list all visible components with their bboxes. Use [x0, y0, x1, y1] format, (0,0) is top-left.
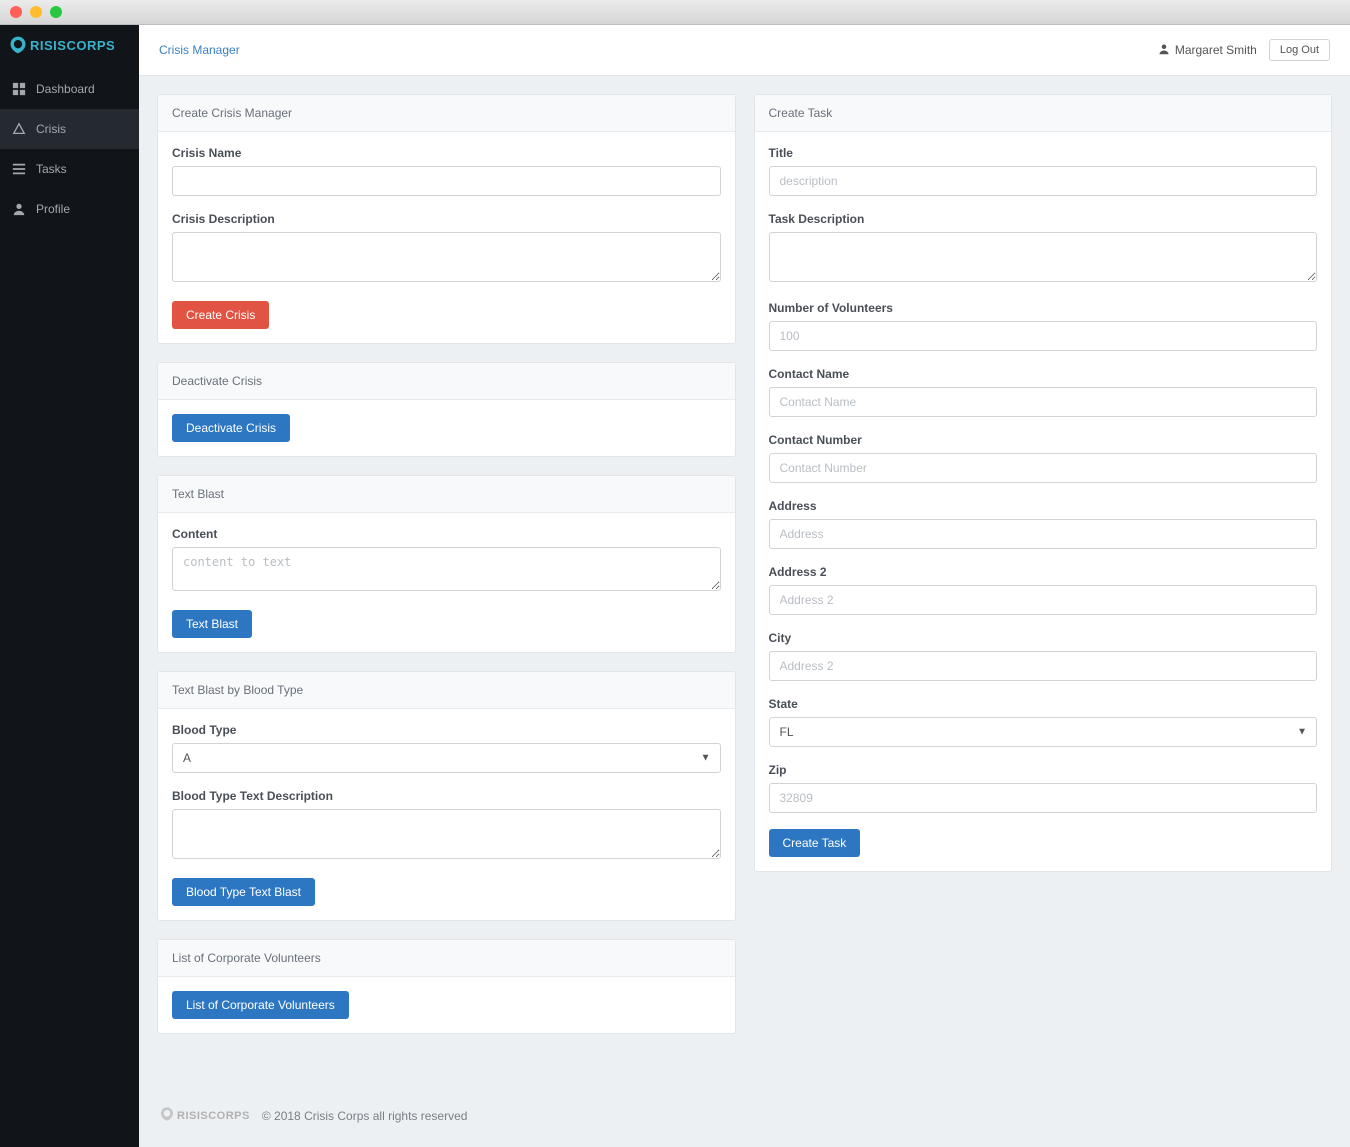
- contact-number-input[interactable]: [769, 453, 1318, 483]
- address-input[interactable]: [769, 519, 1318, 549]
- window-close-icon[interactable]: [10, 6, 22, 18]
- task-desc-textarea[interactable]: [769, 232, 1318, 282]
- sidebar: RISISCORPS Dashboard Crisis Tasks: [0, 25, 139, 1147]
- window-titlebar: [0, 0, 1350, 25]
- crisis-name-label: Crisis Name: [172, 146, 721, 160]
- footer-logo: RISISCORPS: [159, 1106, 250, 1125]
- sidebar-item-profile[interactable]: Profile: [0, 189, 139, 229]
- create-task-button[interactable]: Create Task: [769, 829, 861, 857]
- crisis-desc-textarea[interactable]: [172, 232, 721, 282]
- contact-name-input[interactable]: [769, 387, 1318, 417]
- copyright-text: © 2018 Crisis Corps all rights reserved: [262, 1109, 468, 1123]
- blood-desc-textarea[interactable]: [172, 809, 721, 859]
- blood-type-label: Blood Type: [172, 723, 721, 737]
- deactivate-crisis-button[interactable]: Deactivate Crisis: [172, 414, 290, 442]
- panel-title: List of Corporate Volunteers: [158, 940, 735, 977]
- panel-blood-text-blast: Text Blast by Blood Type Blood Type A ▼: [157, 671, 736, 921]
- panel-title: Text Blast by Blood Type: [158, 672, 735, 709]
- state-select[interactable]: FL: [769, 717, 1318, 747]
- logout-button[interactable]: Log Out: [1269, 39, 1330, 61]
- footer: RISISCORPS © 2018 Crisis Corps all right…: [139, 1084, 1350, 1147]
- panel-create-crisis: Create Crisis Manager Crisis Name Crisis…: [157, 94, 736, 344]
- blood-desc-label: Blood Type Text Description: [172, 789, 721, 803]
- sidebar-item-label: Tasks: [36, 162, 67, 176]
- warning-icon: [12, 122, 26, 136]
- task-title-input[interactable]: [769, 166, 1318, 196]
- list-icon: [12, 162, 26, 176]
- zip-input[interactable]: [769, 783, 1318, 813]
- address2-input[interactable]: [769, 585, 1318, 615]
- city-label: City: [769, 631, 1318, 645]
- panel-deactivate-crisis: Deactivate Crisis Deactivate Crisis: [157, 362, 736, 457]
- crisis-name-input[interactable]: [172, 166, 721, 196]
- sidebar-item-crisis[interactable]: Crisis: [0, 109, 139, 149]
- contact-number-label: Contact Number: [769, 433, 1318, 447]
- panel-title: Create Crisis Manager: [158, 95, 735, 132]
- panel-title: Text Blast: [158, 476, 735, 513]
- user-icon: [1158, 43, 1170, 58]
- contact-name-label: Contact Name: [769, 367, 1318, 381]
- window-maximize-icon[interactable]: [50, 6, 62, 18]
- state-label: State: [769, 697, 1318, 711]
- blood-type-select[interactable]: A: [172, 743, 721, 773]
- panel-text-blast: Text Blast Content Text Blast: [157, 475, 736, 653]
- sidebar-item-dashboard[interactable]: Dashboard: [0, 69, 139, 109]
- volunteers-label: Number of Volunteers: [769, 301, 1318, 315]
- brand-logo: RISISCORPS: [0, 25, 139, 69]
- address-label: Address: [769, 499, 1318, 513]
- user-icon: [12, 202, 26, 216]
- brand-text: RISISCORPS: [30, 38, 115, 53]
- crisis-desc-label: Crisis Description: [172, 212, 721, 226]
- city-input[interactable]: [769, 651, 1318, 681]
- corporate-volunteers-button[interactable]: List of Corporate Volunteers: [172, 991, 349, 1019]
- blood-text-blast-button[interactable]: Blood Type Text Blast: [172, 878, 315, 906]
- task-desc-label: Task Description: [769, 212, 1318, 226]
- user-name: Margaret Smith: [1158, 43, 1257, 58]
- topbar: Crisis Manager Margaret Smith Log Out: [139, 25, 1350, 76]
- panel-corporate-volunteers: List of Corporate Volunteers List of Cor…: [157, 939, 736, 1034]
- panel-create-task: Create Task Title Task Description: [754, 94, 1333, 872]
- sidebar-item-tasks[interactable]: Tasks: [0, 149, 139, 189]
- sidebar-item-label: Dashboard: [36, 82, 95, 96]
- text-blast-button[interactable]: Text Blast: [172, 610, 252, 638]
- address2-label: Address 2: [769, 565, 1318, 579]
- footer-brand-text: RISISCORPS: [177, 1110, 250, 1122]
- create-crisis-button[interactable]: Create Crisis: [172, 301, 269, 329]
- content-label: Content: [172, 527, 721, 541]
- grid-icon: [12, 82, 26, 96]
- zip-label: Zip: [769, 763, 1318, 777]
- panel-title: Deactivate Crisis: [158, 363, 735, 400]
- sidebar-item-label: Crisis: [36, 122, 66, 136]
- logo-icon: [159, 1106, 175, 1125]
- sidebar-item-label: Profile: [36, 202, 70, 216]
- content-textarea[interactable]: [172, 547, 721, 591]
- volunteers-input[interactable]: [769, 321, 1318, 351]
- window-minimize-icon[interactable]: [30, 6, 42, 18]
- breadcrumb[interactable]: Crisis Manager: [159, 43, 240, 57]
- logo-icon: [8, 35, 28, 55]
- task-title-label: Title: [769, 146, 1318, 160]
- panel-title: Create Task: [755, 95, 1332, 132]
